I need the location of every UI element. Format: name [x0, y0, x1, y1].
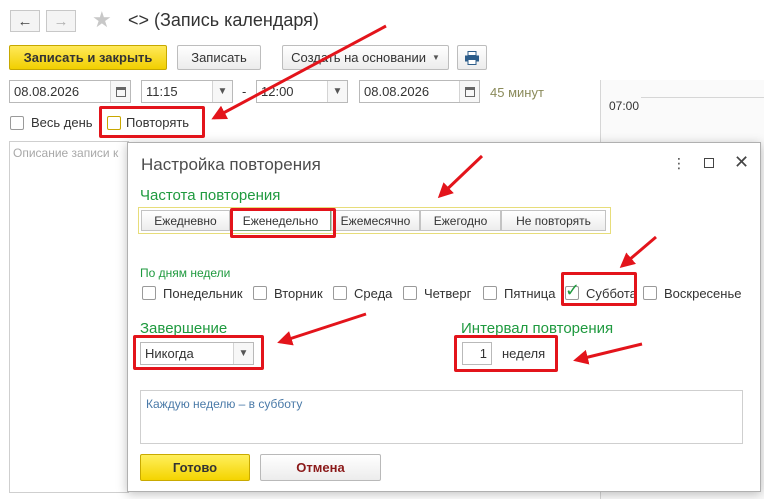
checkmark-icon: ✓	[565, 280, 581, 300]
interval-unit: неделя	[502, 346, 546, 361]
thursday-checkbox[interactable]	[403, 286, 417, 300]
chevron-down-icon[interactable]: ▼	[233, 343, 253, 364]
interval-input[interactable]: 1	[462, 342, 492, 365]
repeat-checkbox[interactable]	[107, 116, 121, 130]
friday-label: Пятница	[504, 286, 556, 301]
end-time-value: 12:00	[261, 84, 294, 99]
start-time-field[interactable]: 11:15 ▼	[141, 80, 233, 103]
frequency-weekly[interactable]: Еженедельно	[230, 210, 331, 231]
wednesday-checkbox[interactable]	[333, 286, 347, 300]
frequency-segmented-control: Ежедневно Еженедельно Ежемесячно Ежегодн…	[138, 207, 611, 234]
calendar-header	[641, 80, 764, 98]
tuesday-checkbox[interactable]	[253, 286, 267, 300]
end-section-label: Завершение	[140, 320, 228, 337]
end-time-field[interactable]: 12:00 ▼	[256, 80, 348, 103]
arrow-icon	[211, 24, 387, 120]
arrow-right-icon: →	[53, 12, 69, 30]
done-button[interactable]: Готово	[140, 454, 250, 481]
calendar-icon[interactable]	[459, 81, 479, 102]
end-condition-select[interactable]: Никогда ▼	[140, 342, 254, 365]
recurrence-dialog: Настройка повторения ⋮ ✕ Частота повторе…	[127, 142, 761, 492]
end-date-value: 08.08.2026	[364, 84, 430, 99]
sunday-label: Воскресенье	[664, 286, 742, 301]
close-icon[interactable]: ✕	[734, 152, 749, 173]
forward-button[interactable]: →	[46, 10, 76, 32]
monday-label: Понедельник	[163, 286, 243, 301]
chevron-down-icon: ▼	[431, 53, 440, 62]
friday-checkbox[interactable]	[483, 286, 497, 300]
chevron-down-icon[interactable]: ▼	[327, 81, 347, 102]
create-based-on-button[interactable]: Создать на основании ▼	[282, 45, 449, 70]
calendar-icon[interactable]	[110, 81, 130, 102]
save-and-close-button[interactable]: Записать и закрыть	[9, 45, 167, 70]
printer-icon	[465, 50, 479, 65]
saturday-label: Суббота	[586, 286, 637, 301]
time-separator: -	[242, 84, 247, 99]
weekdays-section-label: По дням недели	[140, 266, 231, 280]
back-button[interactable]: ←	[10, 10, 40, 32]
interval-value: 1	[479, 346, 487, 361]
dialog-title: Настройка повторения	[141, 155, 321, 174]
end-condition-value: Никогда	[145, 346, 194, 361]
frequency-section-label: Частота повторения	[140, 187, 281, 204]
wednesday-label: Среда	[354, 286, 393, 301]
arrow-left-icon: ←	[17, 12, 33, 30]
all-day-checkbox[interactable]	[10, 116, 24, 130]
time-slot-label: 07:00	[609, 99, 640, 113]
star-icon[interactable]: ★	[92, 8, 112, 32]
tuesday-label: Вторник	[274, 286, 323, 301]
repeat-label: Повторять	[126, 115, 190, 130]
print-button[interactable]	[457, 45, 487, 70]
sunday-checkbox[interactable]	[643, 286, 657, 300]
save-button[interactable]: Записать	[177, 45, 261, 70]
monday-checkbox[interactable]	[142, 286, 156, 300]
frequency-daily[interactable]: Ежедневно	[141, 210, 230, 231]
thursday-label: Четверг	[424, 286, 472, 301]
frequency-yearly[interactable]: Ежегодно	[420, 210, 501, 231]
recurrence-summary: Каждую неделю – в субботу	[140, 390, 743, 444]
description-placeholder: Описание записи к	[13, 146, 119, 160]
start-time-value: 11:15	[146, 84, 178, 99]
recurrence-summary-text: Каждую неделю – в субботу	[146, 397, 303, 411]
window-title: <> (Запись календаря)	[128, 10, 319, 30]
start-date-value: 08.08.2026	[14, 84, 80, 99]
saturday-checkbox[interactable]: ✓	[565, 280, 580, 300]
cancel-button[interactable]: Отмена	[260, 454, 381, 481]
create-based-on-label: Создать на основании	[291, 50, 426, 65]
duration-label: 45 минут	[490, 85, 544, 100]
chevron-down-icon[interactable]: ▼	[212, 81, 232, 102]
maximize-icon[interactable]	[704, 158, 714, 168]
all-day-label: Весь день	[31, 115, 93, 130]
interval-section-label: Интервал повторения	[461, 320, 614, 337]
end-date-field[interactable]: 08.08.2026	[359, 80, 480, 103]
start-date-field[interactable]: 08.08.2026	[9, 80, 131, 103]
more-vertical-icon[interactable]: ⋮	[672, 155, 686, 172]
description-input[interactable]: Описание записи к	[9, 141, 129, 493]
frequency-monthly[interactable]: Ежемесячно	[331, 210, 420, 231]
frequency-none[interactable]: Не повторять	[501, 210, 606, 231]
